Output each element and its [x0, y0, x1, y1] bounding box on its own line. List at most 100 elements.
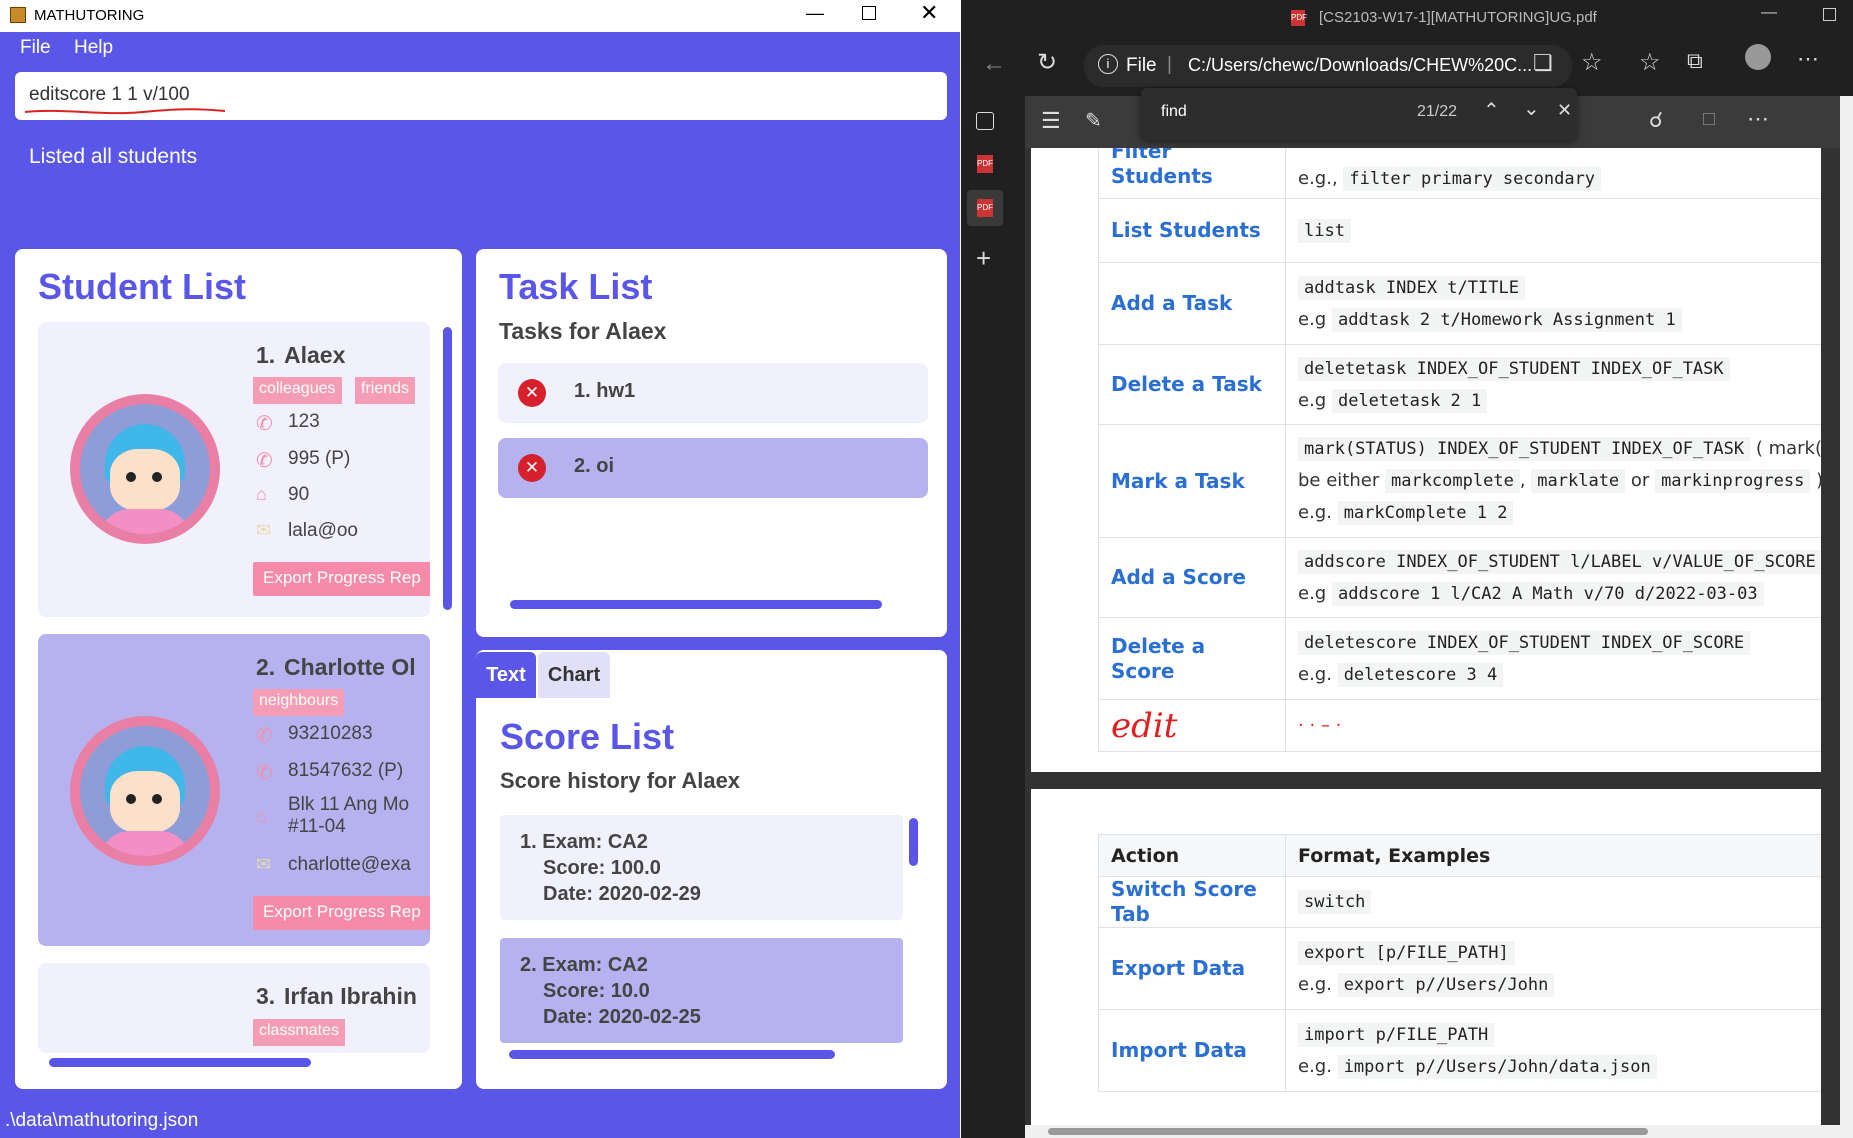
action-name[interactable]: List Students — [1111, 218, 1261, 242]
student-card[interactable]: 3. Irfan Ibrahin classmates — [38, 963, 430, 1053]
profile-avatar[interactable] — [1745, 44, 1771, 70]
address-url: C:/Users/chewc/Downloads/CHEW%20C... — [1188, 55, 1533, 75]
pdf-page: Filter Students e.g., filter primary sec… — [1031, 148, 1821, 772]
more-menu-icon[interactable]: ⋯ — [1797, 46, 1819, 72]
student-index: 3. — [256, 983, 276, 1009]
find-input[interactable]: find — [1161, 103, 1187, 121]
score-value: Score: 100.0 — [543, 857, 661, 879]
pdf-search-icon[interactable]: ☌ — [1649, 108, 1663, 133]
student-name: Irfan Ibrahin — [284, 983, 417, 1009]
score-exam: 1. Exam: CA2 — [520, 831, 648, 853]
result-display: Listed all students — [15, 135, 947, 233]
highlight-icon[interactable]: ✎ — [1085, 108, 1102, 133]
task-list-subheading: Tasks for Alaex — [499, 318, 667, 344]
find-next-icon[interactable]: ⌄ — [1523, 96, 1540, 121]
find-prev-icon[interactable]: ⌃ — [1483, 98, 1500, 123]
refresh-icon[interactable]: ↻ — [1037, 48, 1057, 77]
score-list-vscroll[interactable] — [909, 818, 918, 866]
student-index: 1. — [256, 342, 276, 368]
pdf-hscroll[interactable] — [1025, 1125, 1840, 1138]
pdf-vscroll[interactable] — [1840, 96, 1853, 1138]
command-table-bottom: Action Format, Examples Switch Score Tab… — [1098, 834, 1821, 1092]
pdf-hscroll-thumb[interactable] — [1048, 1128, 1648, 1135]
favorite-add-icon[interactable]: ☆ — [1581, 48, 1603, 77]
favorites-icon[interactable]: ☆ — [1639, 48, 1661, 77]
student-avatar — [70, 394, 220, 544]
command-table-top: Filter Students e.g., filter primary sec… — [1098, 148, 1821, 752]
back-icon[interactable]: ← — [982, 50, 1006, 78]
find-close-icon[interactable]: ✕ — [1557, 100, 1572, 121]
minimize-icon[interactable]: — — [806, 3, 824, 24]
score-panel: Text Chart Score List Score history for … — [476, 650, 947, 1089]
collections-icon[interactable]: ⧉ — [1687, 48, 1703, 74]
incomplete-icon: ✕ — [518, 379, 546, 407]
student-card[interactable]: 1. Alaex colleagues friends ✆ 123 ✆ 995 … — [38, 322, 430, 617]
student-avatar — [70, 716, 220, 866]
action-name[interactable]: Add a Score — [1111, 565, 1246, 589]
sidebar-tab-pdf[interactable]: PDF — [977, 155, 993, 173]
task-item[interactable]: ✕ 2. oi — [498, 438, 928, 498]
score-date: Date: 2020-02-25 — [543, 1006, 701, 1028]
browser-maximize-icon[interactable] — [1823, 8, 1836, 21]
action-name[interactable]: Mark a Task — [1111, 469, 1245, 493]
result-message: Listed all students — [29, 145, 198, 168]
score-item[interactable]: 2. Exam: CA2 Score: 10.0 Date: 2020-02-2… — [500, 938, 903, 1043]
score-value: Score: 10.0 — [543, 980, 650, 1002]
menu-help[interactable]: Help — [74, 37, 113, 59]
browser-minimize-icon[interactable]: — — [1761, 4, 1777, 22]
close-icon[interactable]: ✕ — [920, 0, 938, 26]
table-row: List Students list — [1098, 198, 1821, 263]
export-progress-button[interactable]: Export Progress Rep — [253, 562, 430, 596]
student-name: Charlotte Ol — [284, 654, 416, 680]
address-separator: | — [1167, 54, 1172, 75]
command-input[interactable]: editscore 1 1 v/100 — [15, 72, 947, 120]
read-aloud-icon[interactable]: ❏ — [1533, 50, 1553, 76]
save-icon[interactable]: □ — [1703, 108, 1715, 131]
action-name[interactable]: Export Data — [1111, 956, 1245, 980]
task-label: 1. hw1 — [574, 380, 636, 402]
tag: colleagues — [253, 377, 342, 404]
student-address: 90 — [288, 484, 310, 505]
task-item[interactable]: ✕ 1. hw1 — [498, 363, 928, 423]
address-bar[interactable]: i File | C:/Users/chewc/Downloads/CHEW%2… — [1084, 45, 1572, 87]
maximize-icon[interactable] — [862, 6, 876, 20]
pdf-viewer: ☰ ✎ ☌ □ ⋯ Filter Students e.g., filter p… — [1025, 96, 1853, 1138]
action-name[interactable]: Switch Score Tab — [1111, 877, 1257, 926]
score-item[interactable]: 1. Exam: CA2 Score: 100.0 Date: 2020-02-… — [500, 815, 903, 920]
sidebar-tab-pdf-icon: PDF — [977, 199, 993, 217]
action-name[interactable]: Import Data — [1111, 1038, 1247, 1062]
action-name[interactable]: Delete a Task — [1111, 372, 1262, 396]
student-list-hscroll[interactable] — [49, 1058, 311, 1067]
export-progress-button[interactable]: Export Progress Rep — [253, 896, 430, 930]
action-name[interactable]: Add a Task — [1111, 291, 1232, 315]
student-email: lala@oo — [288, 520, 358, 541]
score-list-hscroll[interactable] — [509, 1050, 835, 1059]
action-name[interactable]: Delete a Score — [1111, 634, 1205, 683]
tag: friends — [355, 377, 416, 404]
action-name[interactable]: Filter Students — [1111, 148, 1213, 188]
pdf-tab-icon: PDF — [1291, 10, 1307, 26]
student-list-heading: Student List — [38, 266, 246, 307]
table-row: Import Data import p/FILE_PATH e.g. impor… — [1098, 1009, 1821, 1092]
task-panel: Task List Tasks for Alaex ✕ 1. hw1 ✕ 2. … — [476, 249, 947, 637]
menu-file[interactable]: File — [20, 37, 51, 59]
score-exam: 2. Exam: CA2 — [520, 954, 648, 976]
tag: classmates — [253, 1019, 346, 1046]
window-title: MATHUTORING — [34, 7, 145, 24]
tab-chart[interactable]: Chart — [538, 652, 610, 698]
title-bar: MATHUTORING — ✕ — [0, 0, 960, 32]
incomplete-icon: ✕ — [518, 454, 546, 482]
task-list-hscroll[interactable] — [510, 600, 882, 609]
contents-icon[interactable]: ☰ — [1041, 108, 1061, 134]
tab-text[interactable]: Text — [476, 652, 536, 698]
phone-icon: ✆ — [256, 725, 273, 747]
sidebar-toggle-icon[interactable] — [976, 112, 994, 130]
student-card[interactable]: 2. Charlotte Ol neighbours ✆ 93210283 ✆ … — [38, 634, 430, 946]
pdf-more-icon[interactable]: ⋯ — [1747, 106, 1769, 132]
student-index: 2. — [256, 654, 276, 680]
new-tab-plus-icon[interactable]: + — [976, 243, 991, 274]
student-list-vscroll[interactable] — [443, 327, 452, 610]
student-address-line2: #11-04 — [288, 816, 346, 837]
table-row: Delete a Task deletetask INDEX_OF_STUDEN… — [1098, 344, 1821, 425]
email-icon: ✉ — [256, 520, 272, 540]
